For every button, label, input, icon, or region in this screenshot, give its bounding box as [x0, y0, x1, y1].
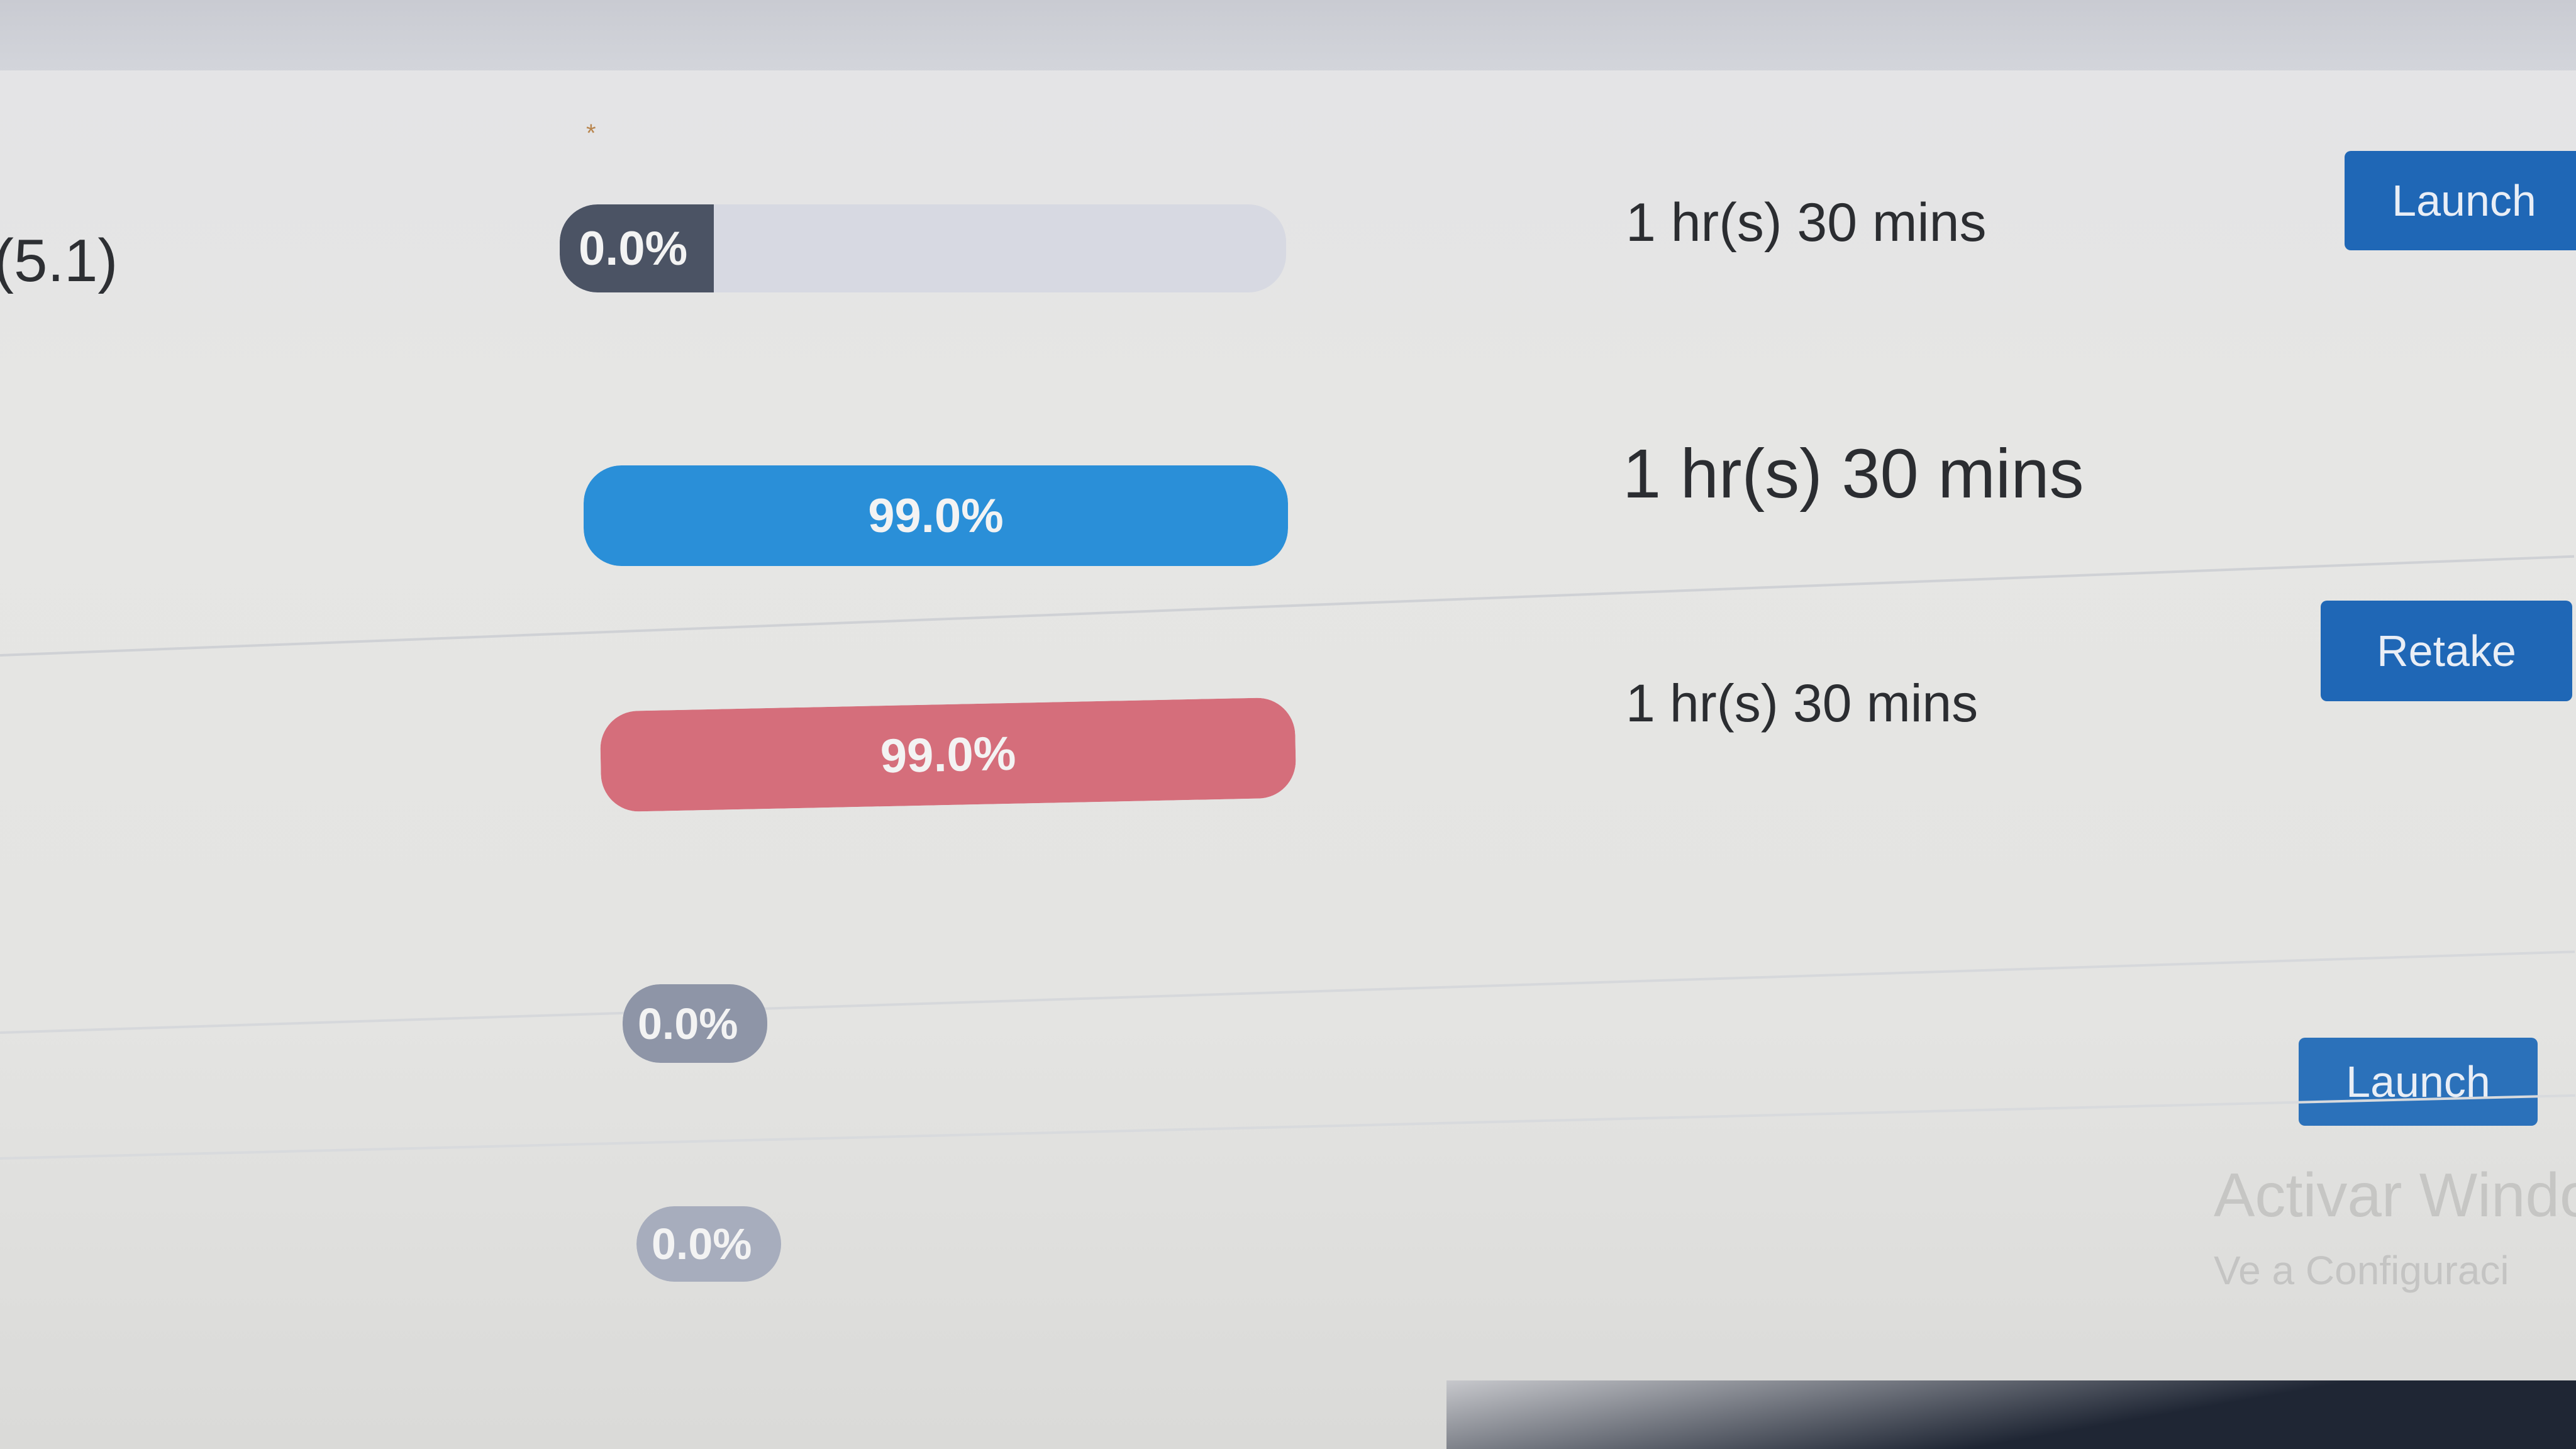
row-divider-3: [0, 1094, 2575, 1160]
row-3-progress-fill: 99.0%: [599, 697, 1297, 813]
row-1-duration: 1 hr(s) 30 mins: [1626, 192, 1987, 253]
row-2-progress-bar: 99.0%: [584, 465, 1288, 566]
row-3-duration: 1 hr(s) 30 mins: [1626, 674, 1979, 733]
row-4-launch-button[interactable]: Launch: [2299, 1038, 2538, 1126]
screen: * (5.1) 0.0% 1 hr(s) 30 mins Launch 99.0…: [0, 0, 2576, 1449]
watermark-line-1: Activar Windo: [2214, 1160, 2576, 1230]
row-2-progress-fill: 99.0%: [584, 465, 1288, 566]
row-1-progress-fill: 0.0%: [560, 204, 714, 292]
row-4-progress-fill: 0.0%: [623, 984, 767, 1063]
row-divider-1: [0, 555, 2575, 657]
row-1-launch-button[interactable]: Launch: [2345, 151, 2576, 250]
row-3-progress-bar: 99.0%: [599, 697, 1297, 813]
row-2-duration: 1 hr(s) 30 mins: [1623, 435, 2084, 513]
row-5-progress-bar: 0.0%: [636, 1206, 781, 1282]
required-marker: *: [586, 119, 596, 147]
row-1-label: (5.1): [0, 227, 118, 294]
watermark-line-2: Ve a Configuraci: [2214, 1248, 2509, 1293]
row-divider-2: [0, 950, 2575, 1034]
taskbar-edge: [1446, 1380, 2576, 1449]
row-5-progress-fill: 0.0%: [636, 1206, 781, 1282]
top-bar: [0, 0, 2576, 70]
row-1-progress-bar: 0.0%: [560, 204, 1286, 292]
windows-activation-watermark: Activar Windo Ve a Configuraci: [2214, 1157, 2576, 1308]
row-3-retake-button[interactable]: Retake: [2321, 601, 2572, 701]
row-4-progress-bar: 0.0%: [623, 984, 767, 1063]
